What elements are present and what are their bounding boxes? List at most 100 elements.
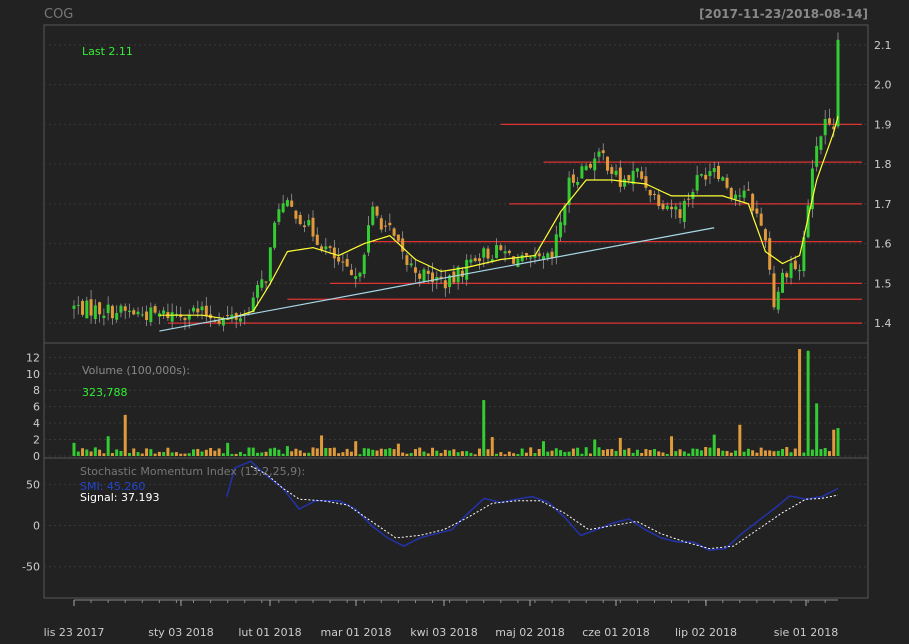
volume-bar (285, 446, 289, 456)
candle-body (294, 210, 298, 219)
candle-body (341, 261, 345, 263)
volume-tick-label: 12 (26, 351, 40, 364)
candle-body (302, 225, 306, 227)
candle-body (396, 234, 400, 241)
volume-bar (533, 453, 537, 456)
volume-bar (388, 448, 392, 456)
x-tick-label: sie 01 2018 (774, 626, 839, 639)
price-tick-label: 1.8 (874, 158, 892, 171)
volume-bar (157, 451, 161, 456)
volume-bar (593, 439, 597, 456)
candle-body (819, 136, 823, 150)
candle-body (704, 174, 708, 180)
candle-body (469, 259, 473, 263)
price-tick-label: 1.4 (874, 317, 892, 330)
candle-body (115, 313, 119, 320)
volume-bar (827, 451, 831, 456)
candle-body (422, 269, 426, 282)
volume-bar (264, 451, 268, 456)
volume-bar (652, 449, 656, 456)
volume-tick-label: 8 (33, 384, 40, 397)
volume-bar (785, 447, 789, 456)
volume-bar (781, 449, 785, 456)
candle-body (661, 204, 665, 210)
candle-body (815, 145, 819, 167)
candle-body (367, 225, 371, 253)
candle-body (687, 198, 691, 200)
volume-bar (460, 451, 464, 456)
volume-bar (409, 453, 413, 456)
volume-bar (166, 447, 170, 456)
candle-body (601, 150, 605, 154)
volume-bar (699, 450, 703, 456)
volume-tick-label: 6 (33, 401, 40, 414)
volume-bar (631, 452, 635, 456)
candle-body (670, 206, 674, 210)
candle-body (674, 206, 678, 210)
candle-body (652, 193, 656, 195)
volume-bar (307, 452, 311, 456)
volume-bar (755, 452, 759, 456)
volume-bar (187, 453, 191, 456)
volume-bar (226, 442, 230, 456)
candle-body (712, 167, 716, 173)
volume-bar (183, 453, 187, 456)
candle-body (699, 174, 703, 176)
volume-bar (401, 452, 405, 456)
volume-bar (477, 448, 481, 456)
volume-bar (93, 447, 97, 456)
volume-bar (832, 429, 836, 456)
volume-bar (708, 447, 712, 456)
volume-bar (81, 448, 85, 456)
smi-tick-label: 50 (26, 478, 40, 491)
volume-bar (221, 453, 225, 456)
candle-body (162, 310, 166, 314)
volume-bar (802, 452, 806, 456)
candle-body (127, 310, 131, 312)
candle-body (503, 251, 507, 254)
x-tick-label: lut 01 2018 (238, 626, 301, 639)
volume-bar (670, 436, 674, 456)
volume-tick-label: 0 (33, 450, 40, 463)
volume-bar (789, 452, 793, 456)
candle-body (827, 118, 831, 124)
volume-bar (230, 453, 234, 456)
volume-bar (503, 454, 507, 456)
candle-body (763, 229, 767, 241)
smi-title: Stochastic Momentum Index (13,2,25,9): (80, 465, 305, 478)
candle-body (264, 281, 268, 283)
candle-body (379, 218, 383, 230)
candle-body (409, 263, 413, 266)
volume-bar (580, 453, 584, 456)
volume-bar (576, 447, 580, 456)
volume-bar (465, 451, 469, 456)
volume-bar (332, 447, 336, 456)
candle-body (332, 247, 336, 259)
candle-body (516, 258, 520, 267)
volume-bar (204, 449, 208, 456)
volume-bar (486, 449, 490, 456)
candle-body (576, 182, 580, 185)
volume-bar (379, 448, 383, 456)
volume-bar (294, 448, 298, 456)
candle-body (89, 299, 93, 316)
volume-bar (606, 449, 610, 456)
volume-bar (793, 448, 797, 456)
volume-bar (734, 450, 738, 456)
candle-body (473, 258, 477, 262)
volume-bar (452, 449, 456, 456)
price-tick-label: 1.9 (874, 118, 892, 131)
volume-bar (251, 447, 255, 456)
candle-body (238, 318, 242, 322)
volume-bar (426, 453, 430, 456)
price-tick-label: 2.1 (874, 39, 892, 52)
candle-body (392, 228, 396, 236)
volume-bar (72, 442, 76, 456)
volume-bar (76, 451, 80, 456)
candle-body (507, 250, 511, 254)
volume-bar (623, 449, 627, 456)
volume-bar (110, 453, 114, 456)
volume-bar (588, 453, 592, 456)
candle-body (657, 194, 661, 206)
candle-body (524, 253, 528, 256)
